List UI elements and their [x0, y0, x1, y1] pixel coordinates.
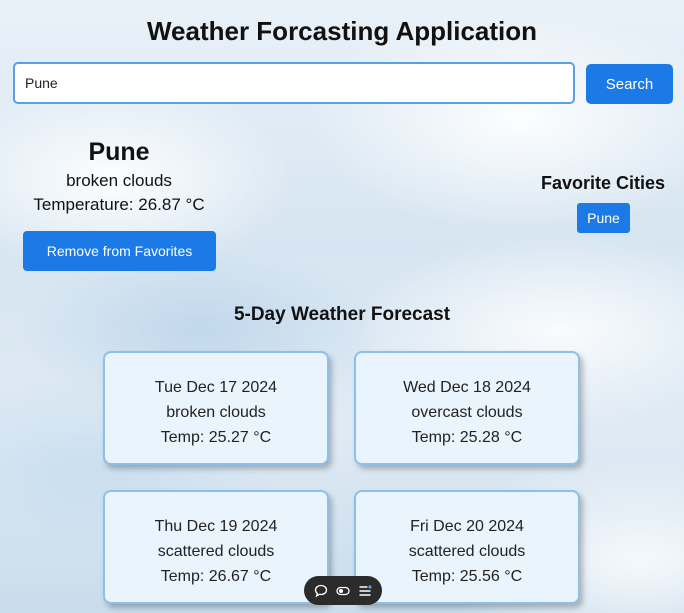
favorite-cities-heading: Favorite Cities	[540, 173, 666, 193]
forecast-temp: Temp: 25.27 °C	[160, 429, 272, 446]
forecast-description: scattered clouds	[157, 543, 275, 560]
menu-icon[interactable]	[357, 583, 373, 599]
forecast-temp: Temp: 25.28 °C	[411, 429, 523, 446]
forecast-description: overcast clouds	[411, 404, 523, 421]
forecast-card: Tue Dec 17 2024 broken clouds Temp: 25.2…	[103, 351, 329, 465]
current-city: Pune	[88, 138, 150, 166]
toggle-icon[interactable]	[335, 583, 351, 599]
forecast-card: Thu Dec 19 2024 scattered clouds Temp: 2…	[103, 490, 329, 604]
current-description: broken clouds	[66, 171, 172, 190]
floating-toolbar	[304, 576, 382, 605]
forecast-date: Fri Dec 20 2024	[410, 518, 524, 535]
search-input[interactable]	[13, 62, 575, 104]
forecast-date: Wed Dec 18 2024	[403, 379, 531, 396]
forecast-temp: Temp: 25.56 °C	[411, 568, 523, 585]
forecast-heading: 5-Day Weather Forecast	[233, 304, 451, 325]
forecast-card: Fri Dec 20 2024 scattered clouds Temp: 2…	[354, 490, 580, 604]
forecast-temp: Temp: 26.67 °C	[160, 568, 272, 585]
forecast-description: broken clouds	[166, 404, 266, 421]
remove-from-favorites-button[interactable]: Remove from Favorites	[23, 231, 216, 271]
chat-icon[interactable]	[313, 583, 329, 599]
forecast-card: Wed Dec 18 2024 overcast clouds Temp: 25…	[354, 351, 580, 465]
page-title: Weather Forcasting Application	[146, 16, 538, 46]
forecast-date: Tue Dec 17 2024	[154, 379, 278, 396]
forecast-date: Thu Dec 19 2024	[154, 518, 278, 535]
favorite-city-button[interactable]: Pune	[577, 203, 630, 233]
current-temperature: Temperature: 26.87 °C	[33, 195, 205, 214]
current-weather: Pune broken clouds Temperature: 26.87 °C	[20, 138, 218, 215]
forecast-description: scattered clouds	[408, 543, 526, 560]
search-button[interactable]: Search	[586, 64, 673, 104]
